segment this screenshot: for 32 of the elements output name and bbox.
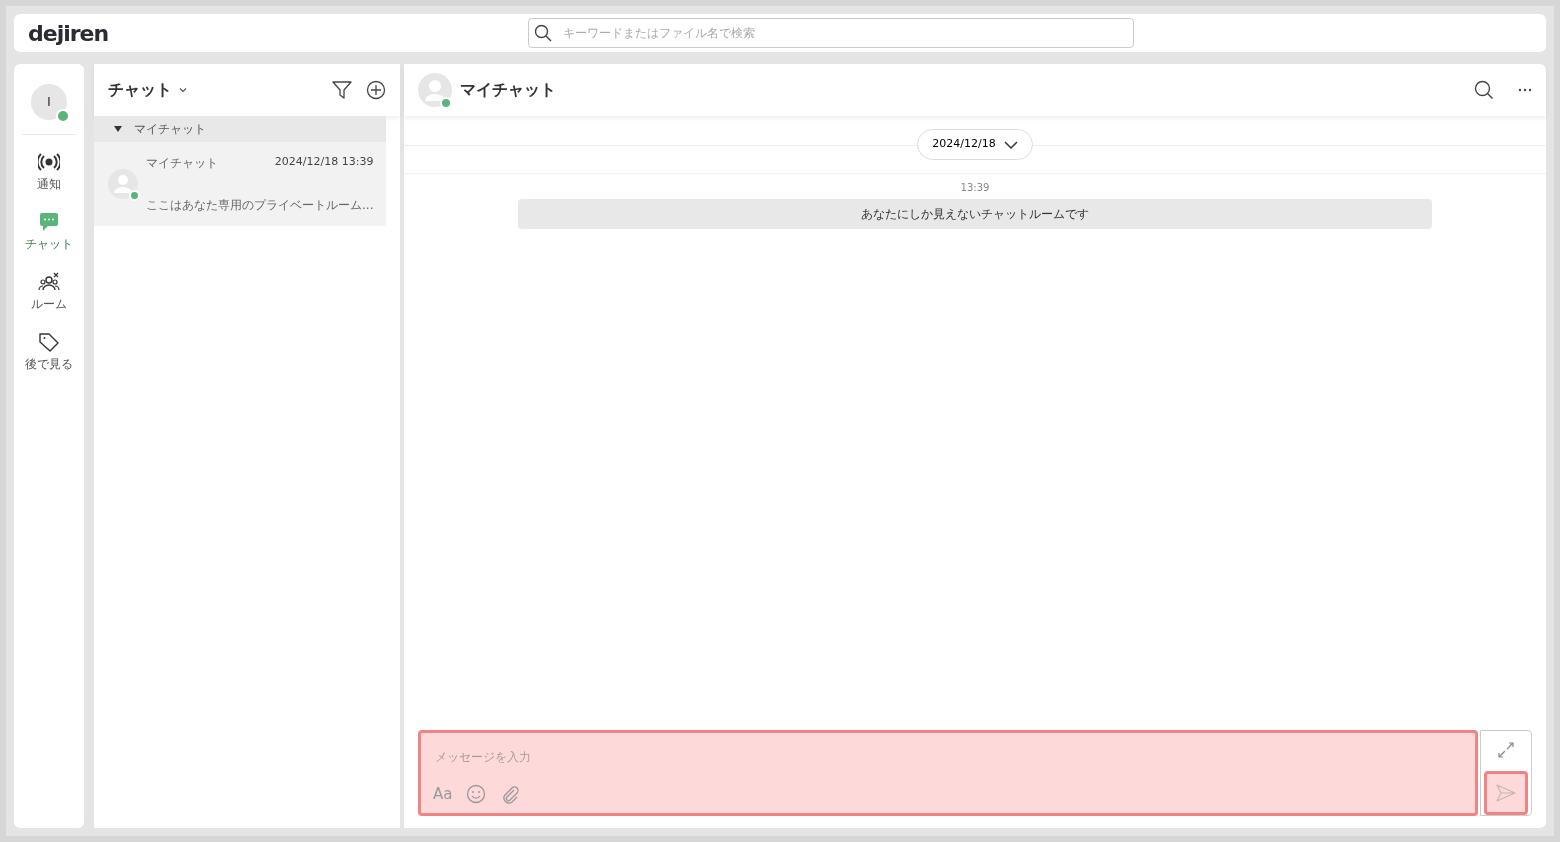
search-icon — [534, 24, 552, 42]
chevron-down-icon[interactable] — [178, 85, 188, 95]
date-selector[interactable]: 2024/12/18 — [917, 129, 1033, 160]
paperclip-icon[interactable] — [500, 783, 521, 804]
group-header[interactable]: マイチャット — [94, 116, 386, 142]
broadcast-icon — [38, 151, 60, 173]
panel-title: チャット — [108, 79, 172, 101]
tag-icon — [38, 331, 60, 353]
nav-item[interactable]: 後で見る — [25, 329, 73, 379]
chat-name: マイチャット — [146, 155, 218, 172]
chevron-down-icon — [1003, 139, 1018, 150]
system-message: あなたにしか見えないチャットルームです — [518, 199, 1432, 229]
more-icon[interactable] — [1518, 88, 1532, 92]
nav-item[interactable]: 通知 — [37, 149, 61, 199]
nav-item[interactable]: チャット — [25, 209, 73, 259]
nav-item[interactable]: ルーム — [31, 269, 67, 319]
logo: dejiren — [28, 19, 110, 48]
chat-preview: ここはあなた専用のプライベートルーム... — [146, 197, 374, 214]
search-icon[interactable] — [1474, 80, 1494, 100]
chat-time: 2024/12/18 13:39 — [274, 154, 374, 170]
people-icon — [38, 271, 60, 293]
user-avatar[interactable]: I — [31, 84, 67, 120]
expand-icon[interactable] — [1497, 741, 1515, 759]
caret-down-icon — [114, 125, 122, 133]
chat-item[interactable]: マイチャット 2024/12/18 13:39 ここはあなた専用のプライベートルーム... — [94, 142, 386, 226]
send-icon — [1496, 784, 1516, 802]
add-icon[interactable] — [366, 80, 386, 100]
chat-bubble-icon — [38, 211, 60, 233]
conversation-title: マイチャット — [460, 79, 556, 101]
filter-icon[interactable] — [332, 80, 352, 100]
search-field[interactable]: キーワードまたはファイル名で検索 — [528, 18, 1134, 48]
message-time: 13:39 — [960, 181, 990, 195]
